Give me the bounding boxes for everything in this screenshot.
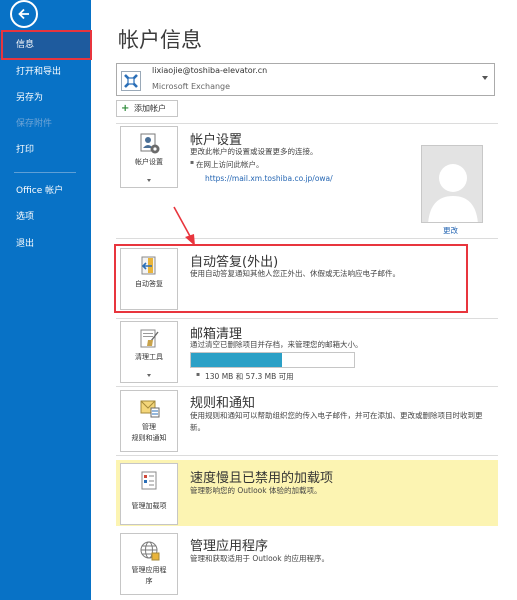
globe-icon <box>140 541 160 561</box>
page-title: 帐户信息 <box>118 28 202 52</box>
person-placeholder-icon <box>428 164 478 222</box>
bullet-icon: ▪ <box>196 371 201 378</box>
tile-label: 规则和通知 <box>131 434 167 442</box>
nav-item-exit[interactable]: 退出 <box>0 231 91 257</box>
account-type: Microsoft Exchange <box>152 82 231 91</box>
mailbox-usage-bar <box>190 352 355 368</box>
rules-title: 规则和通知 <box>190 396 256 411</box>
nav-item-open-export[interactable]: 打开和导出 <box>0 59 91 85</box>
chevron-down-icon <box>147 179 151 182</box>
nav-item-label: Office 帐户 <box>16 186 64 196</box>
account-settings-icon <box>140 133 160 154</box>
avatar[interactable] <box>421 145 483 223</box>
section-divider <box>116 123 498 124</box>
nav-item-label: 另存为 <box>16 93 44 103</box>
plus-icon: + <box>121 103 130 114</box>
addins-title: 速度慢且已禁用的加载项 <box>190 471 334 486</box>
mailbox-quota-text: 130 MB 和 57.3 MB 可用 <box>205 372 294 381</box>
nav-item-label: 选项 <box>16 212 35 222</box>
tile-label: 管理应用程 <box>131 566 167 574</box>
account-settings-tile[interactable]: 帐户设置 <box>120 126 178 188</box>
exchange-icon <box>121 71 141 91</box>
nav-item-options[interactable]: 选项 <box>0 204 91 230</box>
nav-item-label: 打开和导出 <box>16 67 62 77</box>
mailbox-usage-fill <box>191 353 283 367</box>
account-settings-description: 更改此帐户的设置或设置更多的连接。 <box>190 147 318 156</box>
nav-item-save-as[interactable]: 另存为 <box>0 85 91 111</box>
broom-icon <box>140 329 159 348</box>
nav-divider <box>14 172 76 173</box>
annotation-box-auto-reply <box>114 244 468 313</box>
section-divider <box>116 386 498 387</box>
rules-description: 使用规则和通知可以帮助组织您的传入电子邮件，并可在添加、更改或删除项目时收到更新… <box>190 411 483 432</box>
apps-description: 管理和获取适用于 Outlook 的应用程序。 <box>190 554 329 563</box>
annotation-box-info <box>1 30 92 60</box>
change-photo-link[interactable]: 更改 <box>443 225 458 236</box>
section-divider <box>116 318 498 319</box>
tile-label: 管理 <box>142 423 156 431</box>
tile-label: 序 <box>145 577 153 585</box>
manage-rules-tile[interactable]: 管理 规则和通知 <box>120 390 178 452</box>
section-divider <box>116 455 498 456</box>
add-account-label: 添加帐户 <box>134 104 166 113</box>
cleanup-tools-tile[interactable]: 清理工具 <box>120 321 178 383</box>
nav-item-label: 打印 <box>16 145 35 155</box>
manage-addins-tile[interactable]: 管理加载项 <box>120 463 178 525</box>
account-settings-bullet: 在网上访问此帐户。 <box>190 159 263 170</box>
nav-item-label: 退出 <box>16 239 35 249</box>
backstage-sidebar: 信息 打开和导出 另存为 保存附件 打印 Office 帐户 选项 退出 <box>0 0 91 600</box>
nav-item-label: 保存附件 <box>16 119 53 129</box>
account-email: lixiaojie@toshiba-elevator.cn <box>152 66 268 75</box>
back-button[interactable] <box>10 0 38 28</box>
rules-icon <box>140 400 160 418</box>
nav-item-save-attachments: 保存附件 <box>0 111 91 137</box>
tile-label: 清理工具 <box>135 353 163 361</box>
chevron-down-icon <box>147 374 151 377</box>
nav-item-office-account[interactable]: Office 帐户 <box>0 178 91 204</box>
nav-item-print[interactable]: 打印 <box>0 137 91 163</box>
addins-description: 管理影响您的 Outlook 体验的加载项。 <box>190 486 322 495</box>
cleanup-description: 通过清空已删除项目并存档，来管理您的邮箱大小。 <box>190 340 363 349</box>
tile-label: 帐户设置 <box>135 158 163 166</box>
add-account-button[interactable]: + 添加帐户 <box>116 100 178 117</box>
manage-apps-tile[interactable]: 管理应用程 序 <box>120 533 178 595</box>
addins-icon <box>141 471 157 490</box>
annotation-arrow <box>173 206 195 246</box>
owa-link[interactable]: https://mail.xm.toshiba.co.jp/owa/ <box>205 174 333 183</box>
chevron-down-icon <box>482 76 488 80</box>
account-selector[interactable]: lixiaojie@toshiba-elevator.cn Microsoft … <box>116 63 495 96</box>
apps-title: 管理应用程序 <box>190 539 269 554</box>
back-arrow-icon <box>18 8 29 20</box>
tile-label: 管理加载项 <box>131 502 167 510</box>
